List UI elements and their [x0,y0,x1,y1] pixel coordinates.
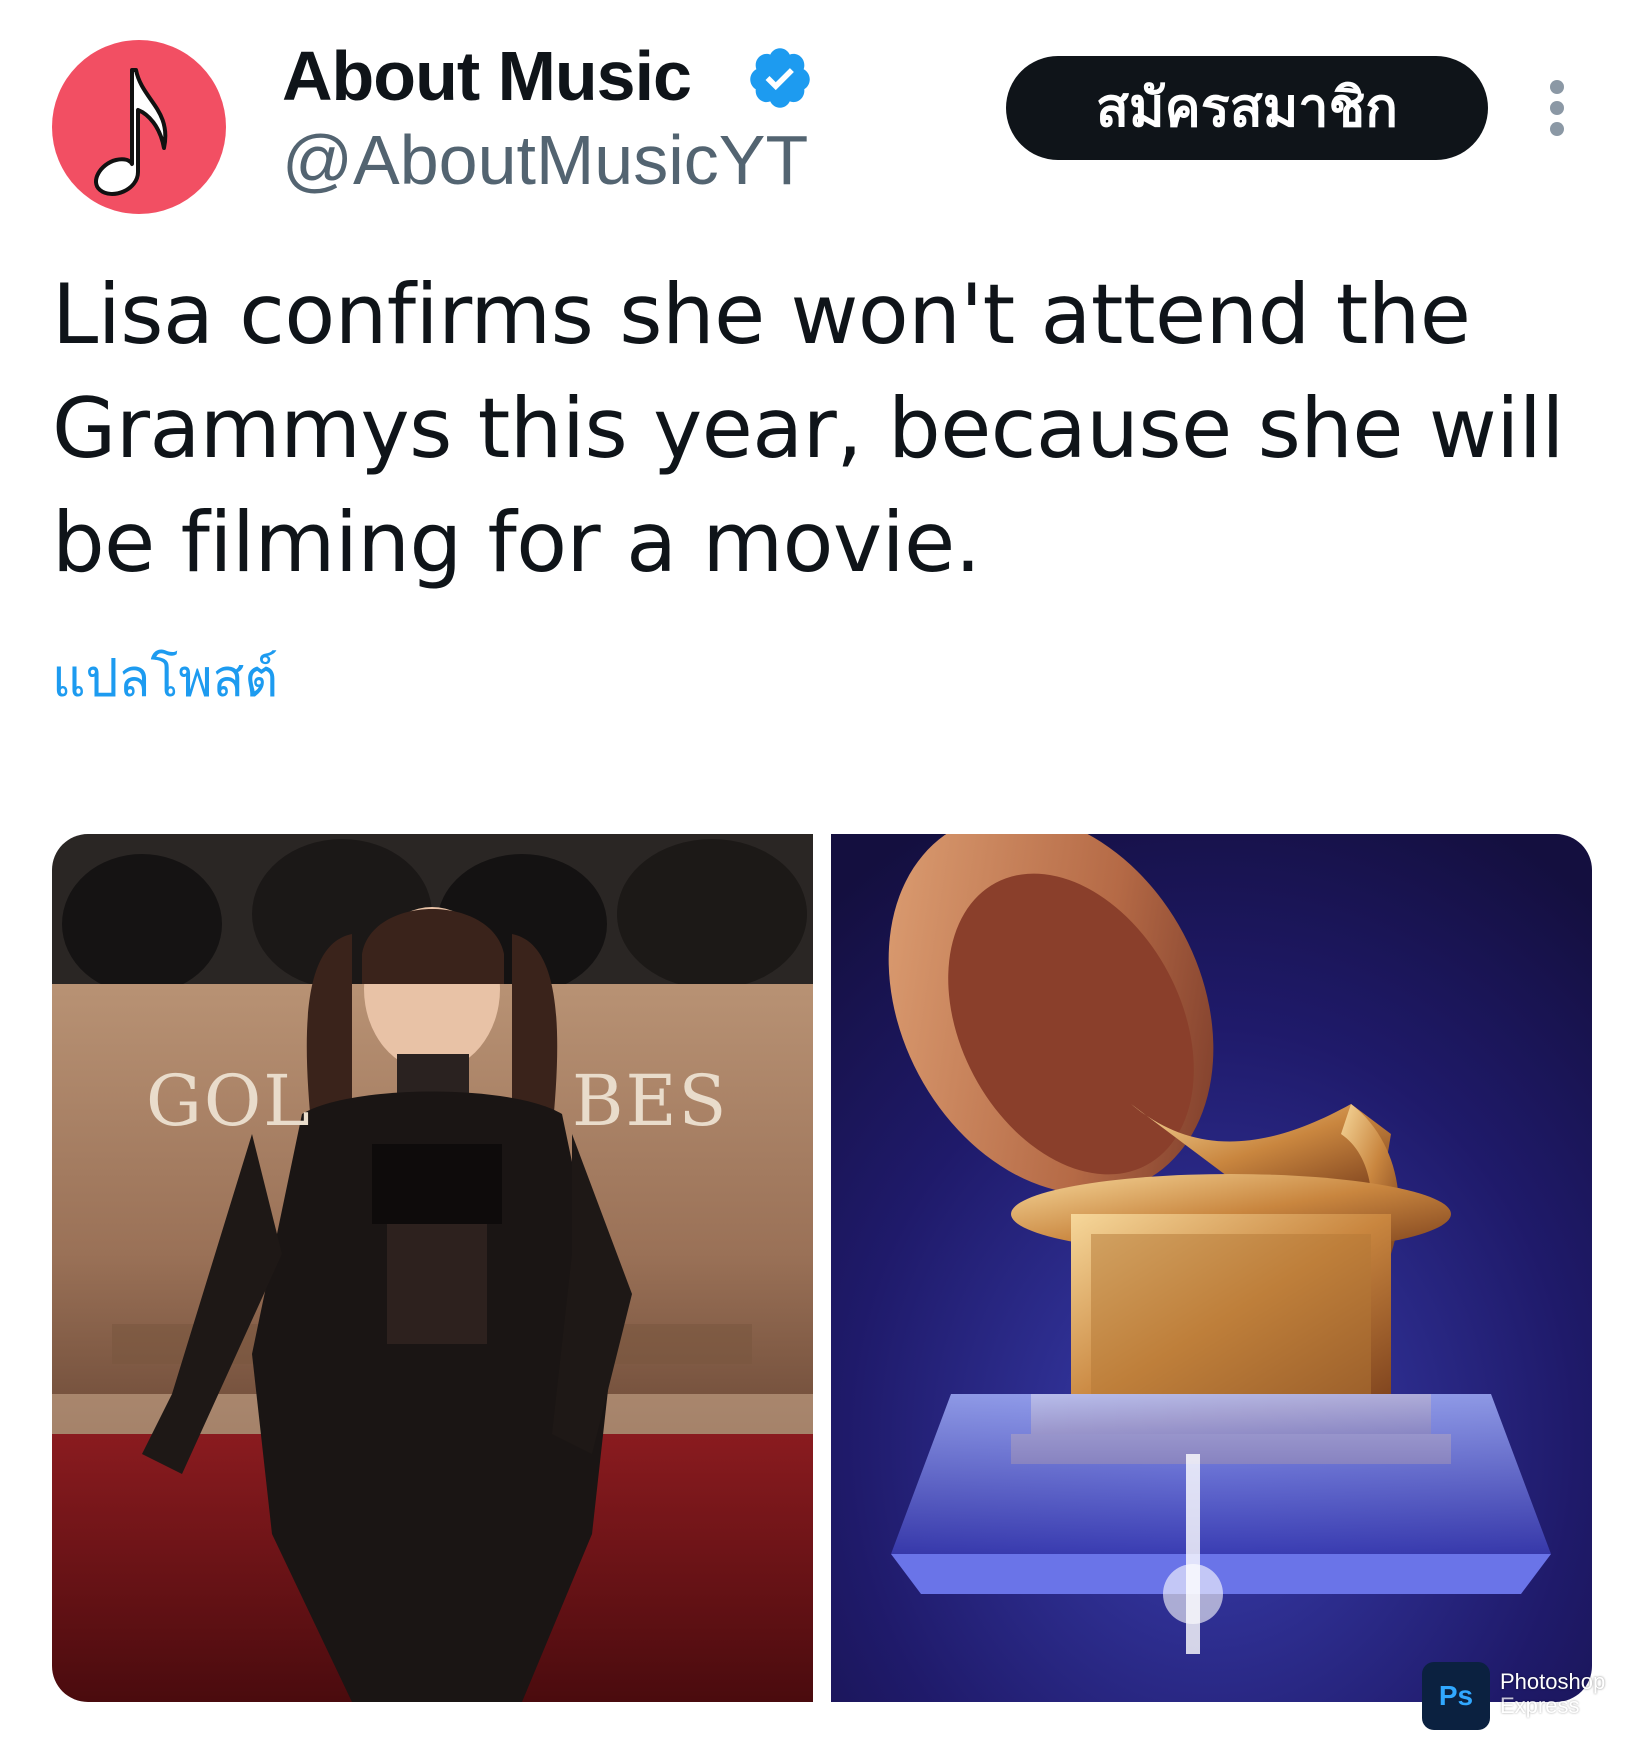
music-note-icon [94,68,168,196]
golden-globes-text-left: GOL [146,1060,312,1142]
golden-globes-text-right: BES [572,1060,729,1142]
photoshop-label-line2: Express [1500,1693,1580,1718]
translate-post-link[interactable]: แปลโพสต์ [52,646,278,712]
photoshop-label-line1: Photoshop [1500,1669,1606,1694]
photoshop-label: Photoshop Express [1500,1670,1605,1718]
red-carpet-photo [52,834,813,1702]
subscribe-button[interactable]: สมัครสมาชิก [1006,56,1488,160]
photoshop-icon: Ps [1422,1662,1490,1730]
verified-badge-icon [750,48,810,108]
display-name[interactable]: About Music [282,34,692,118]
tweet-text: Lisa confirms she won't attend the Gramm… [52,266,1564,591]
more-vertical-icon[interactable] [1538,76,1578,140]
media-grid: GOL BES [52,834,1592,1702]
grammy-trophy-image [831,834,1592,1702]
media-image-grammy[interactable] [831,834,1592,1702]
photoshop-express-watermark: Ps Photoshop Express [1422,1662,1622,1732]
author-handle[interactable]: @AboutMusicYT [282,118,808,202]
media-image-red-carpet[interactable]: GOL BES [52,834,813,1702]
avatar[interactable] [52,40,226,214]
